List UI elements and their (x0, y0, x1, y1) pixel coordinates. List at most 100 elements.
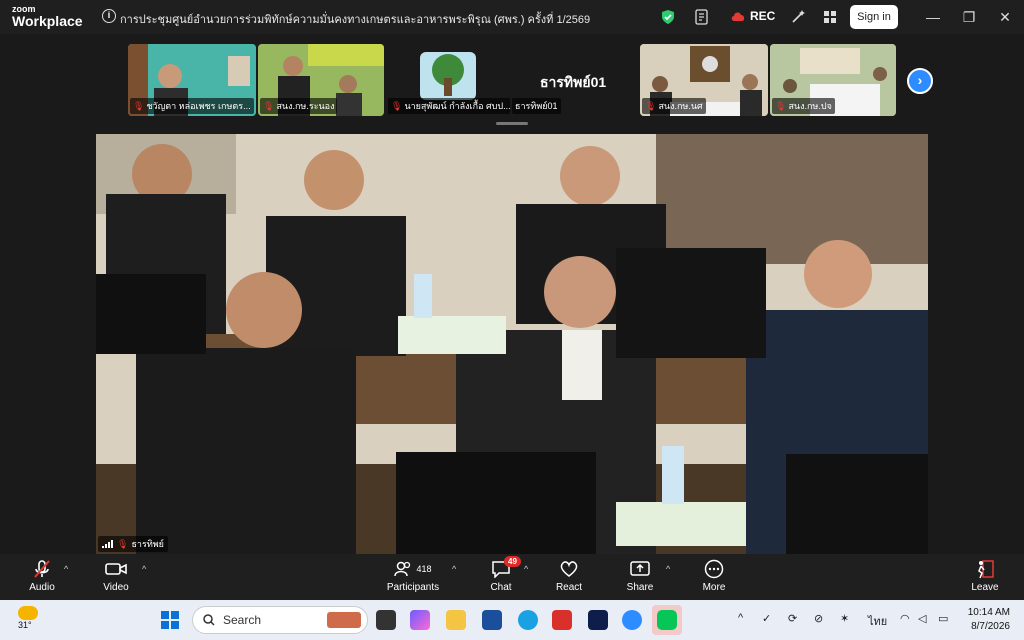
mic-muted-icon: 🎙 (391, 100, 403, 111)
mic-muted-icon: 🎙 (645, 100, 657, 111)
wifi-icon[interactable]: ◠ (900, 612, 910, 625)
tray-shield-icon[interactable]: ⊘ (814, 612, 823, 625)
mic-muted-icon: 🎙 (775, 100, 787, 111)
notes-icon[interactable] (694, 9, 710, 25)
participant-name: ชวัญตา หล่อเพชร เกษตร... (146, 101, 251, 111)
next-page-arrow-icon[interactable]: › (907, 68, 933, 94)
task-view-icon[interactable] (376, 610, 396, 630)
copilot-icon[interactable] (410, 610, 430, 630)
participant-label: 🎙 สนง.กษ.ระนอง (260, 98, 338, 114)
participant-strip: 🎙 ชวัญตา หล่อเพชร เกษตร... 🎙 สนง.กษ.ระนอง … (0, 34, 1024, 130)
participant-label: ธารทิพย์01 (512, 98, 561, 114)
wps-office-icon[interactable] (552, 610, 572, 630)
rec-label: REC (750, 9, 776, 23)
magic-wand-icon[interactable] (790, 9, 806, 25)
heart-icon (560, 561, 578, 577)
video-options-caret-icon[interactable]: ^ (142, 564, 146, 574)
mic-muted-icon: 🎙 (117, 538, 129, 549)
battery-icon[interactable]: ▭ (938, 612, 948, 625)
mic-muted-icon: 🎙 (133, 100, 145, 111)
tray-bluetooth-icon[interactable]: ✶ (840, 612, 849, 625)
line-app-active[interactable] (652, 605, 682, 635)
leave-icon (978, 560, 994, 579)
gallery-view-icon[interactable] (822, 9, 838, 25)
weather-widget[interactable]: 31° (18, 606, 38, 630)
participant-thumb[interactable]: 🎙 สนง.กษ.นศ (640, 44, 768, 116)
search-icon (203, 614, 215, 626)
webex-icon[interactable] (588, 610, 608, 630)
info-icon[interactable]: i (102, 9, 116, 23)
participant-name: สนง.กษ.ระนอง (276, 101, 335, 111)
weather-temperature: 31° (18, 620, 32, 630)
video-camera-icon (105, 563, 127, 575)
windows-start-icon[interactable] (160, 610, 180, 630)
audio-button[interactable]: Audio (24, 558, 60, 593)
chat-options-caret-icon[interactable]: ^ (524, 564, 528, 574)
windows-taskbar: 31° Search ^ ✓ ⟳ ⊘ ✶ ไทย ◠ ◁ ▭ 10:14 AM … (0, 600, 1024, 640)
shield-icon[interactable] (660, 9, 676, 25)
restore-icon[interactable]: ❐ (962, 10, 976, 24)
participant-name: ธารทิพย์01 (515, 101, 558, 111)
leave-label: Leave (971, 582, 999, 593)
chat-unread-badge: 49 (504, 556, 521, 567)
edge-icon[interactable] (518, 610, 538, 630)
zoom-app-icon[interactable] (622, 610, 642, 630)
close-icon[interactable]: ✕ (998, 10, 1012, 24)
audio-options-caret-icon[interactable]: ^ (64, 564, 68, 574)
chat-label: Chat (490, 582, 512, 593)
strip-resize-handle[interactable] (496, 122, 528, 125)
participant-thumb[interactable]: ธารทิพย์01 ธารทิพย์01 (512, 44, 636, 116)
minimize-icon[interactable]: — (926, 10, 940, 24)
clock-time: 10:14 AM (967, 607, 1010, 618)
share-button[interactable]: Share (626, 558, 654, 593)
share-options-caret-icon[interactable]: ^ (666, 564, 670, 574)
participant-name-large: ธารทิพย์01 (540, 74, 607, 90)
cloud-record-icon (731, 12, 745, 21)
participant-thumb[interactable]: 🎙 สนง.กษ.ระนอง (258, 44, 384, 116)
tray-sync-icon[interactable]: ⟳ (788, 612, 797, 625)
signal-strength-icon (102, 540, 113, 548)
participants-icon (394, 561, 411, 577)
tray-app-icon[interactable]: ✓ (762, 612, 771, 625)
zoom-logo: zoom Workplace (12, 5, 83, 29)
meeting-title: การประชุมศูนย์อำนวยการร่วมพิทักษ์ความมั่… (120, 14, 591, 26)
main-video[interactable]: 🎙 ธารทิพย์ (96, 134, 928, 554)
react-button[interactable]: React (554, 558, 584, 593)
chat-button[interactable]: 49 Chat (486, 556, 521, 593)
title-bar: zoom Workplace i การประชุมศูนย์อำนวยการร… (0, 0, 1024, 34)
participants-options-caret-icon[interactable]: ^ (452, 564, 456, 574)
brand-large: Workplace (12, 13, 83, 29)
mic-muted-icon: 🎙 (263, 100, 275, 111)
speaker-label: 🎙 ธารทิพย์ (98, 536, 168, 552)
taskbar-search[interactable]: Search (192, 606, 368, 634)
weather-icon (18, 606, 38, 620)
participant-label: 🎙 นายสุพัฒน์ กำลังเกื้อ ศบป... (388, 98, 510, 114)
react-label: React (555, 582, 583, 593)
store-icon[interactable] (482, 610, 502, 630)
tray-overflow-icon[interactable]: ^ (738, 612, 743, 624)
more-options-icon (704, 559, 724, 579)
taskbar-clock[interactable]: 10:14 AM 8/7/2026 (968, 606, 1010, 634)
sign-in-button[interactable]: Sign in (850, 5, 898, 29)
file-explorer-icon[interactable] (446, 610, 466, 630)
participant-thumb[interactable]: 🎙 นายสุพัฒน์ กำลังเกื้อ ศบป... (386, 44, 510, 116)
participant-label: 🎙 สนง.กษ.นศ (642, 98, 706, 114)
participant-name: นายสุพัฒน์ กำลังเกื้อ ศบป... (404, 101, 510, 111)
meeting-controls: Audio ^ Video ^ 418 Participants ^ 49 Ch… (0, 554, 1024, 600)
recording-indicator[interactable]: REC (730, 9, 775, 23)
more-button[interactable]: More (700, 558, 728, 593)
video-button[interactable]: Video (100, 558, 132, 593)
participants-button[interactable]: 418 Participants (384, 558, 442, 593)
input-language[interactable]: ไทย (868, 612, 887, 630)
participant-thumb[interactable]: 🎙 ชวัญตา หล่อเพชร เกษตร... (128, 44, 256, 116)
participant-label: 🎙 สนง.กษ.ปจ (772, 98, 835, 114)
participant-name: สนง.กษ.นศ (658, 101, 703, 111)
more-label: More (702, 582, 726, 593)
share-label: Share (626, 582, 654, 593)
volume-icon[interactable]: ◁ (918, 612, 926, 625)
speaker-name: ธารทิพย์ (131, 539, 164, 549)
line-app-icon (657, 610, 677, 630)
active-speaker-video (96, 134, 928, 554)
leave-button[interactable]: Leave (970, 558, 1000, 593)
participant-thumb[interactable]: 🎙 สนง.กษ.ปจ (770, 44, 896, 116)
